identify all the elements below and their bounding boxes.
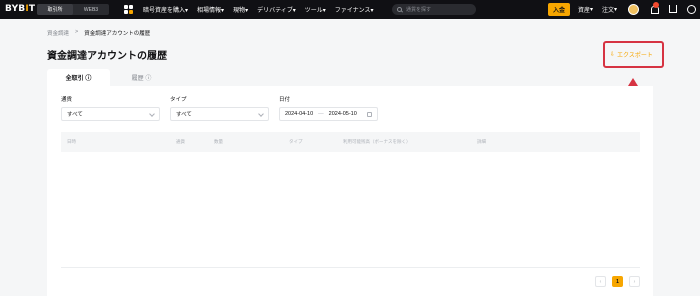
nav-spot[interactable]: 現物▾ — [233, 5, 248, 14]
col-details: 詳細 — [477, 139, 486, 144]
nav-derivatives[interactable]: デリバティブ▾ — [257, 5, 296, 14]
pagination-page-1[interactable]: 1 — [612, 276, 623, 287]
col-datetime: 日時 — [67, 139, 76, 144]
currency-select-value: すべて — [67, 112, 83, 118]
col-amount: 数量 — [214, 139, 223, 144]
date-range-picker[interactable]: 2024-04-10 — 2024-05-10 — [279, 107, 378, 121]
pagination-next-button[interactable]: › — [629, 276, 640, 287]
globe-icon[interactable] — [687, 5, 696, 14]
currency-filter-label: 通貨 — [61, 97, 73, 103]
col-type: タイプ — [289, 139, 303, 144]
avatar[interactable] — [628, 4, 639, 15]
date-separator: — — [318, 111, 324, 117]
tab-all-transactions[interactable]: 全取引 ⓘ — [47, 69, 110, 86]
export-label: エクスポート — [617, 53, 653, 59]
export-button[interactable]: ⇩ エクスポート — [610, 50, 653, 59]
search-placeholder: 通貨を探す — [406, 7, 432, 13]
page-title: 資金調達アカウントの履歴 — [47, 51, 167, 62]
search-input[interactable]: 通貨を探す — [392, 4, 476, 15]
exchange-web3-switch: 取引所 WEB3 — [37, 4, 109, 15]
breadcrumb: 資金調達 > 資金調達アカウントの履歴 — [47, 29, 150, 37]
type-select-value: すべて — [176, 112, 192, 118]
logo-text: BYB — [5, 4, 26, 14]
pagination-prev-button[interactable]: ‹ — [595, 276, 606, 287]
date-from: 2024-04-10 — [285, 111, 314, 117]
type-select[interactable]: すべて — [170, 107, 269, 121]
col-currency: 通貨 — [176, 139, 185, 144]
tab-history[interactable]: 履歴 ⓘ — [110, 69, 173, 86]
apps-grid-icon[interactable] — [124, 5, 133, 14]
chevron-down-icon — [149, 111, 155, 117]
nav-buy-crypto[interactable]: 暗号資産を購入▾ — [143, 5, 188, 14]
date-to: 2024-05-10 — [328, 111, 357, 117]
nav-tools[interactable]: ツール▾ — [305, 5, 326, 14]
main-nav: 暗号資産を購入▾ 相場情報▾ 現物▾ デリバティブ▾ ツール▾ ファイナンス▾ — [143, 0, 374, 19]
deposit-button[interactable]: 入金 — [548, 3, 570, 16]
download-icon[interactable] — [669, 5, 677, 13]
logo-text-end: T — [28, 4, 36, 14]
date-filter-label: 日付 — [279, 97, 291, 103]
currency-select[interactable]: すべて — [61, 107, 160, 121]
export-icon: ⇩ — [610, 52, 616, 58]
col-available-balance: 利用可能残高（ボーナスを除く） — [343, 139, 411, 144]
table-bottom-divider — [61, 267, 640, 268]
nav-finance[interactable]: ファイナンス▾ — [335, 5, 374, 14]
table-header: 日時 通貨 数量 タイプ 利用可能残高（ボーナスを除く） 詳細 — [61, 132, 640, 152]
info-icon: ⓘ — [145, 76, 152, 82]
orders-menu[interactable]: 注文 ▾ — [602, 0, 617, 19]
segment-exchange[interactable]: 取引所 — [37, 4, 73, 15]
chevron-down-icon — [258, 111, 264, 117]
notification-badge — [653, 2, 659, 8]
breadcrumb-current: 資金調達アカウントの履歴 — [84, 31, 151, 37]
info-icon: ⓘ — [85, 76, 92, 82]
segment-web3[interactable]: WEB3 — [73, 4, 109, 15]
assets-menu[interactable]: 資産 ▾ — [578, 0, 593, 19]
bybit-logo[interactable]: BYBIT — [5, 4, 35, 14]
nav-markets[interactable]: 相場情報▾ — [197, 5, 224, 14]
breadcrumb-parent[interactable]: 資金調達 — [47, 29, 69, 37]
calendar-icon — [367, 112, 372, 117]
top-nav-bar: BYBIT 取引所 WEB3 暗号資産を購入▾ 相場情報▾ 現物▾ デリバティブ… — [0, 0, 700, 19]
search-icon — [397, 7, 402, 12]
type-filter-label: タイプ — [170, 97, 187, 103]
breadcrumb-separator: > — [75, 29, 79, 35]
history-tabs: 全取引 ⓘ 履歴 ⓘ — [47, 69, 173, 86]
